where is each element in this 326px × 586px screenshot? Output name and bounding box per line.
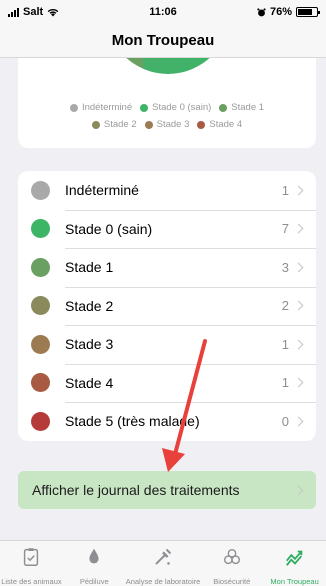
stage-label: Stade 2	[65, 297, 114, 314]
legend-color-dot	[91, 120, 100, 129]
herd-chart-card: Indéterminé Stade 0 (sain) Stade 1 Stade 2…	[18, 58, 316, 148]
tab-analyse-de-laboratoire[interactable]: Analyse de laboratoire	[125, 541, 201, 586]
stage-count: 0	[281, 413, 289, 429]
stage-count: 3	[281, 259, 289, 275]
stage-count: 1	[281, 375, 289, 391]
page-title: Mon Troupeau	[111, 32, 215, 49]
status-bar: Salt 11:06 76%	[0, 0, 326, 24]
legend-item: Stade 3	[144, 119, 190, 130]
journal-label: Afficher le journal des traitements	[32, 482, 240, 498]
legend-color-dot	[140, 103, 149, 112]
stage-row[interactable]: Stade 2 2	[18, 286, 316, 326]
chevron-right-icon	[293, 416, 304, 427]
chevron-right-icon	[293, 377, 304, 388]
stage-count: 7	[281, 221, 289, 237]
stage-count: 1	[281, 182, 289, 198]
biohazard-icon	[221, 546, 243, 573]
stage-list: Indéterminé 1 Stade 0 (sain) 7 Stade 1 3 Stade…	[18, 171, 316, 441]
drop-icon	[83, 546, 105, 573]
chevron-right-icon	[293, 185, 304, 196]
tab-label: Pédiluve	[79, 577, 109, 586]
legend-row: Indéterminé Stade 0 (sain) Stade 1	[18, 102, 316, 113]
stage-label: Stade 4	[65, 374, 114, 391]
chevron-right-icon	[293, 339, 304, 350]
legend-label: Stade 0 (sain)	[152, 102, 212, 113]
tab-mon-troupeau[interactable]: Mon Troupeau	[263, 541, 326, 586]
legend-color-dot	[144, 120, 153, 129]
stage-row[interactable]: Stade 3 1	[18, 325, 316, 364]
legend-label: Stade 1	[231, 102, 265, 113]
tab-bios-curit-[interactable]: Biosécurité	[200, 541, 263, 586]
battery-icon	[296, 7, 320, 17]
tab-bar: Liste des animaux Pédiluve Analyse de labo…	[0, 540, 326, 586]
legend-label: Stade 4	[209, 119, 243, 130]
stage-row[interactable]: Stade 5 (très malade) 0	[18, 402, 316, 441]
legend-item: Stade 1	[219, 102, 264, 113]
legend-item: Stade 2	[91, 119, 137, 130]
status-right: 76%	[257, 6, 320, 18]
legend-color-dot	[69, 103, 78, 112]
tab-label: Biosécurité	[213, 577, 251, 586]
legend-label: Stade 2	[103, 119, 137, 130]
stage-label: Stade 3	[65, 336, 114, 353]
stage-count: 2	[281, 298, 289, 314]
legend-label: Indéterminé	[81, 102, 133, 113]
stage-label: Stade 1	[65, 259, 114, 276]
battery-percent: 76%	[269, 6, 292, 18]
chevron-right-icon	[293, 300, 304, 311]
treatment-journal-button[interactable]: Afficher le journal des traitements	[18, 471, 316, 509]
stage-row[interactable]: Stade 0 (sain) 7	[18, 209, 316, 249]
stage-color-dot	[31, 373, 50, 393]
legend-item: Indéterminé	[69, 102, 133, 113]
tab-label: Mon Troupeau	[270, 577, 319, 586]
chevron-right-icon	[293, 262, 304, 273]
clipboard-check-icon	[20, 546, 42, 573]
stage-label: Stade 5 (très malade)	[65, 413, 200, 430]
stage-color-dot	[31, 334, 50, 354]
stage-color-dot	[31, 257, 50, 277]
stage-color-dot	[31, 219, 50, 239]
pipette-icon	[152, 546, 174, 573]
stage-label: Stade 0 (sain)	[65, 220, 153, 237]
chart-legend: Indéterminé Stade 0 (sain) Stade 1 Stade 2…	[18, 102, 316, 136]
tab-liste-des-animaux[interactable]: Liste des animaux	[0, 541, 63, 586]
tab-p-diluve[interactable]: Pédiluve	[63, 541, 126, 586]
pie-chart	[106, 58, 230, 74]
legend-item: Stade 0 (sain)	[140, 102, 211, 113]
stage-row[interactable]: Stade 4 1	[18, 363, 316, 403]
legend-label: Stade 3	[156, 119, 190, 130]
tab-label: Analyse de laboratoire	[125, 577, 201, 586]
legend-color-dot	[197, 120, 206, 129]
stage-label: Indéterminé	[65, 182, 139, 199]
alarm-icon	[257, 7, 266, 16]
stage-count: 1	[281, 336, 289, 352]
stage-color-dot	[31, 296, 50, 316]
chevron-right-icon	[293, 485, 304, 495]
nav-bar: Mon Troupeau	[0, 24, 326, 58]
legend-color-dot	[219, 103, 228, 112]
stage-row[interactable]: Stade 1 3	[18, 248, 316, 287]
legend-item: Stade 4	[197, 119, 242, 130]
legend-row: Stade 2 Stade 3 Stade 4	[18, 119, 316, 130]
stage-row[interactable]: Indéterminé 1	[18, 171, 316, 210]
chevron-right-icon	[293, 223, 304, 234]
stage-color-dot	[31, 411, 50, 431]
stage-color-dot	[31, 180, 50, 200]
tab-label: Liste des animaux	[1, 577, 62, 586]
trend-chart-icon	[284, 546, 306, 573]
